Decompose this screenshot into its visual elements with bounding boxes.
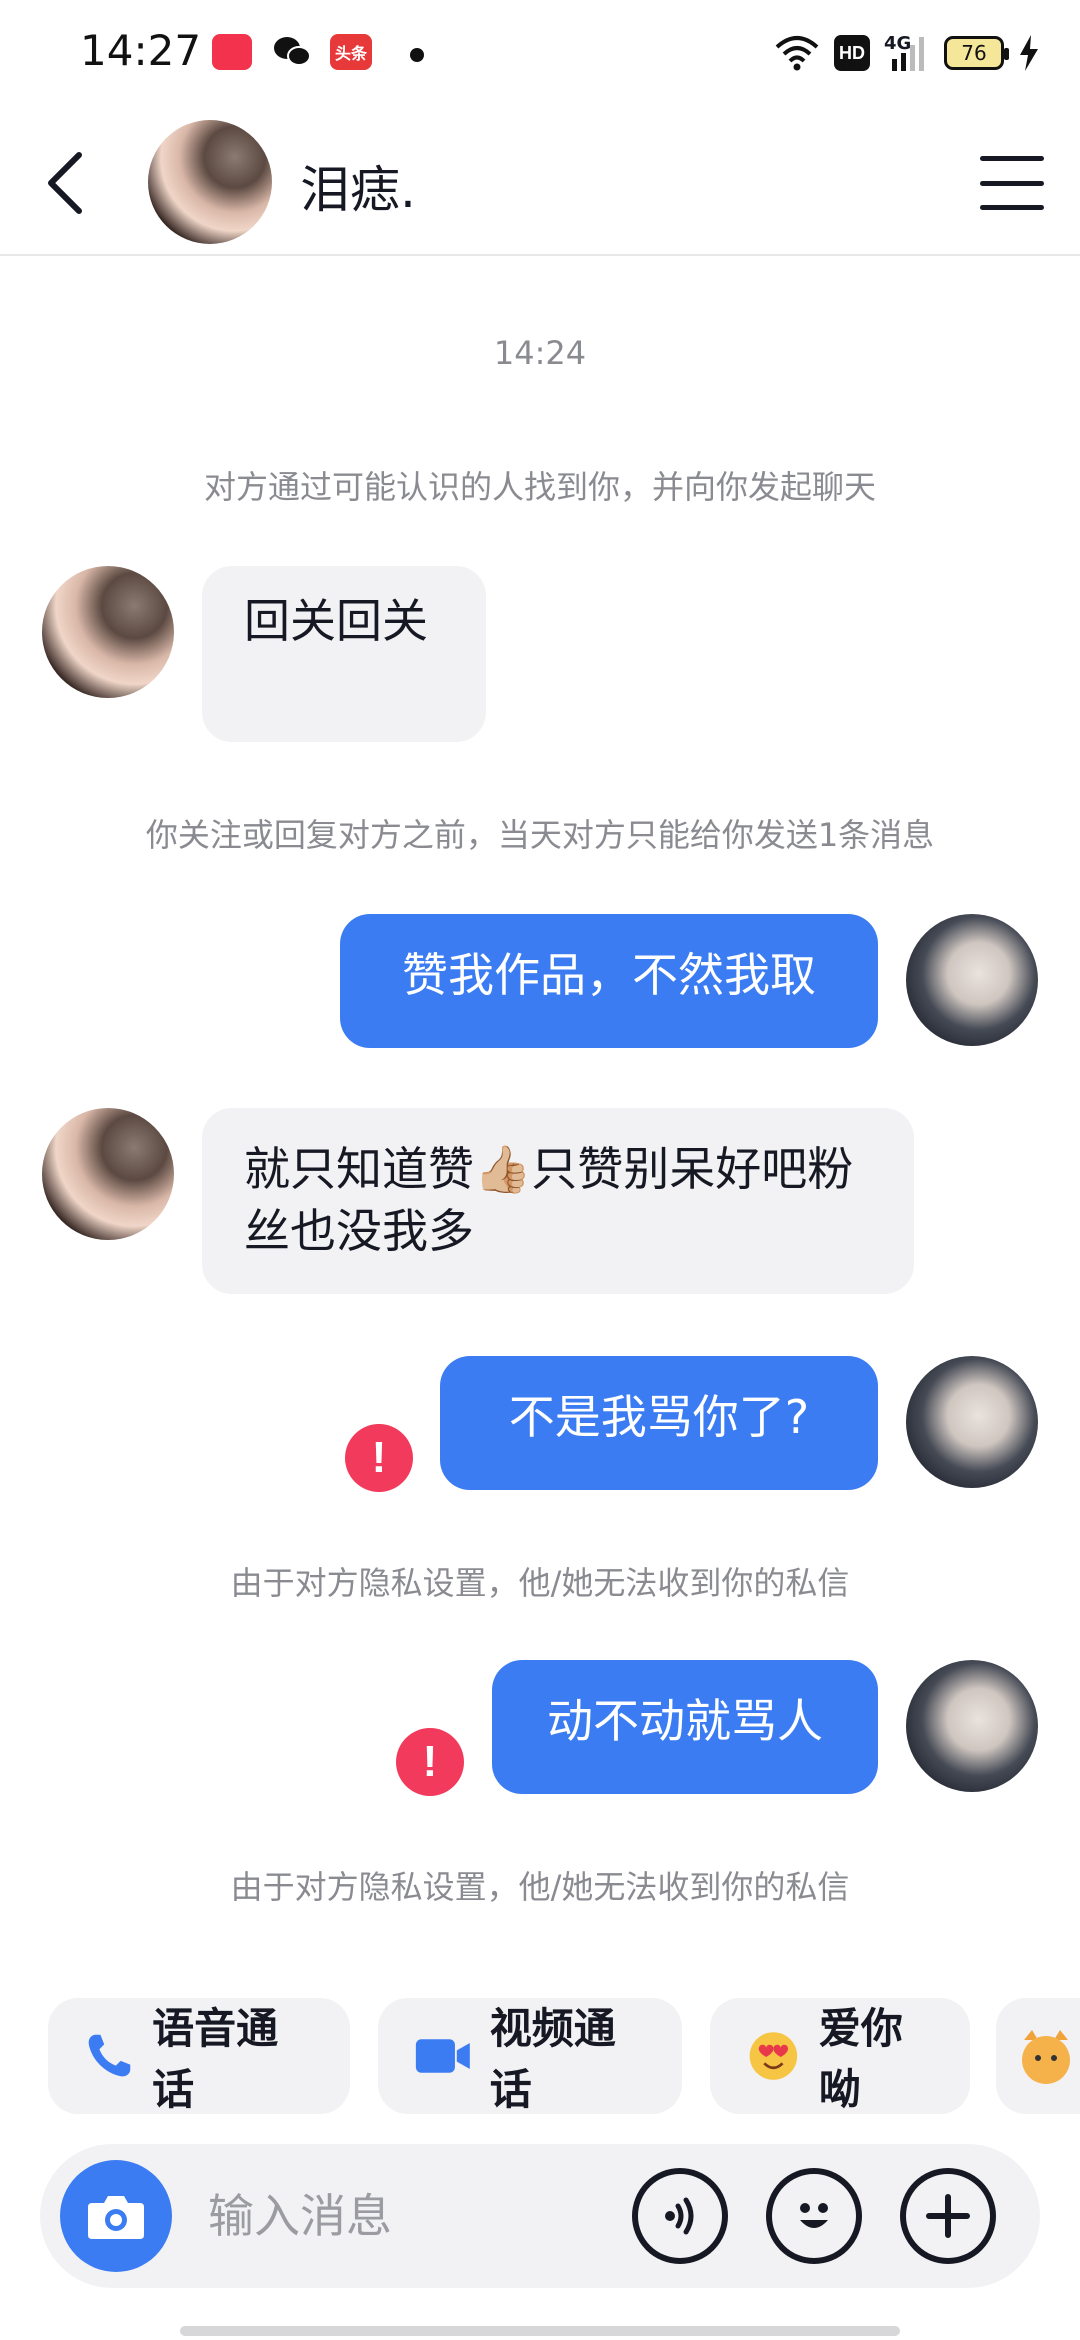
toutiao-badge-text: 头条 bbox=[334, 44, 367, 63]
my-avatar[interactable] bbox=[906, 1660, 1038, 1792]
my-avatar[interactable] bbox=[906, 914, 1038, 1046]
system-message-limit: 你关注或回复对方之前，当天对方只能给你发送1条消息 bbox=[145, 816, 935, 854]
send-failed-icon[interactable]: ! bbox=[345, 1424, 413, 1492]
wechat-icon bbox=[272, 34, 312, 70]
system-message-privacy: 由于对方隐私设置，他/她无法收到你的私信 bbox=[230, 1868, 850, 1906]
chat-header: 泪痣. bbox=[0, 108, 1080, 256]
menu-button[interactable] bbox=[980, 156, 1044, 210]
status-bar: 14:27 头条 HD 4G 76 bbox=[0, 0, 1080, 108]
message-bubble-outgoing[interactable]: 动不动就骂人 bbox=[492, 1660, 878, 1794]
battery-indicator: 76 bbox=[944, 36, 1009, 70]
hamburger-menu-icon bbox=[980, 156, 1044, 161]
camera-icon bbox=[88, 2196, 144, 2239]
voice-input-button[interactable] bbox=[632, 2168, 728, 2264]
camera-button[interactable] bbox=[60, 2160, 172, 2272]
voice-wave-icon bbox=[665, 2197, 694, 2235]
my-avatar[interactable] bbox=[906, 1356, 1038, 1488]
charging-bolt-icon bbox=[1020, 35, 1038, 71]
voice-call-label: 语音通话 bbox=[152, 2004, 279, 2114]
kuaishou-app-icon bbox=[212, 34, 252, 70]
battery-level: 76 bbox=[961, 41, 987, 65]
sticker-chip[interactable] bbox=[996, 1998, 1080, 2114]
contact-avatar[interactable] bbox=[42, 1108, 174, 1240]
wifi-icon bbox=[775, 36, 819, 71]
notification-dot-icon bbox=[410, 48, 424, 62]
cellular-signal-icon: 4G bbox=[884, 33, 930, 73]
send-failed-icon[interactable]: ! bbox=[396, 1728, 464, 1796]
contact-avatar[interactable] bbox=[42, 566, 174, 698]
phone-icon bbox=[88, 2034, 131, 2077]
status-right-group: HD 4G 76 bbox=[774, 28, 1040, 78]
emoji-button[interactable] bbox=[766, 2168, 862, 2264]
message-bubble-incoming[interactable]: 回关回关 bbox=[202, 566, 486, 742]
cat-sticker-icon bbox=[1022, 2030, 1070, 2084]
message-input-bar bbox=[40, 2144, 1040, 2288]
video-call-chip[interactable]: 视频通话 bbox=[378, 1998, 682, 2114]
voice-call-chip[interactable]: 语音通话 bbox=[48, 1998, 350, 2114]
status-time: 14:27 bbox=[80, 26, 202, 75]
hd-badge: HD bbox=[834, 35, 870, 71]
contact-avatar[interactable] bbox=[148, 120, 272, 244]
more-options-button[interactable] bbox=[900, 2168, 996, 2264]
love-you-chip[interactable]: 爱你呦 bbox=[710, 1998, 970, 2114]
back-button[interactable] bbox=[30, 148, 100, 218]
message-bubble-incoming[interactable]: 就只知道赞👍🏼只赞别呆好吧粉丝也没我多 bbox=[202, 1108, 914, 1294]
quick-action-bar[interactable]: 语音通话 视频通话 爱你呦 bbox=[0, 1998, 1080, 2114]
smiley-icon bbox=[800, 2203, 828, 2228]
system-message-privacy: 由于对方隐私设置，他/她无法收到你的私信 bbox=[230, 1564, 850, 1602]
video-camera-icon bbox=[415, 2039, 470, 2073]
system-message-intro: 对方通过可能认识的人找到你，并向你发起聊天 bbox=[203, 468, 876, 506]
chevron-left-icon bbox=[48, 152, 82, 214]
heart-eyes-emoji-icon bbox=[749, 2032, 798, 2080]
message-bubble-outgoing[interactable]: 赞我作品，不然我取 bbox=[340, 914, 878, 1048]
message-bubble-outgoing[interactable]: 不是我骂你了? bbox=[440, 1356, 878, 1490]
plus-icon bbox=[926, 2194, 970, 2238]
chat-timestamp: 14:24 bbox=[493, 334, 587, 372]
contact-name[interactable]: 泪痣. bbox=[300, 150, 416, 222]
message-input[interactable] bbox=[208, 2180, 628, 2252]
love-you-label: 爱你呦 bbox=[818, 2004, 903, 2114]
home-indicator[interactable] bbox=[180, 2326, 900, 2336]
toutiao-app-icon: 头条 bbox=[330, 34, 372, 70]
video-call-label: 视频通话 bbox=[489, 2004, 616, 2114]
